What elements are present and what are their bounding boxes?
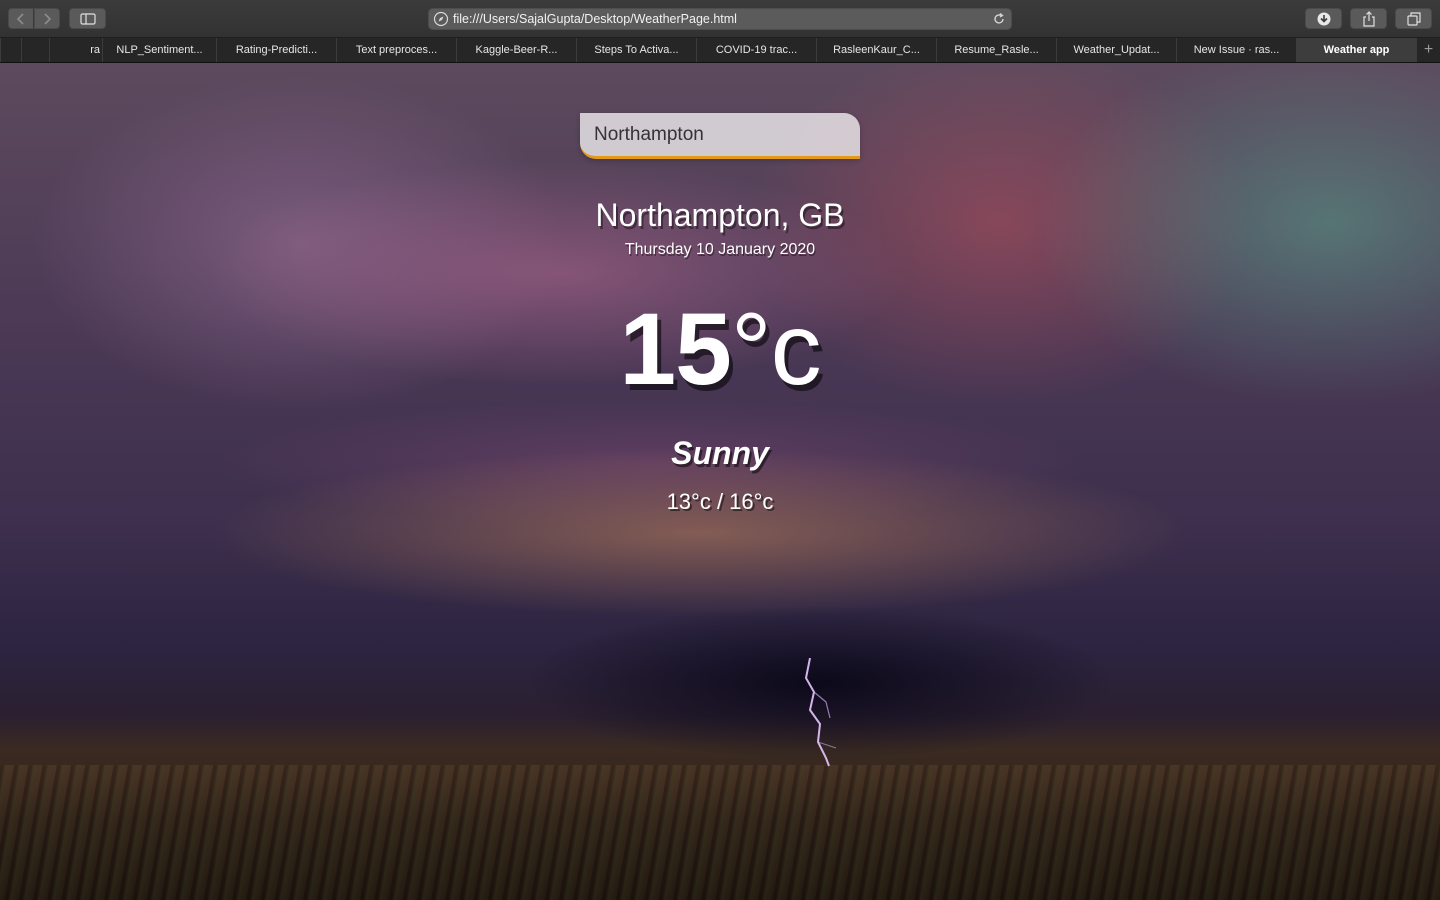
temperature-value: 15 xyxy=(619,292,731,406)
sidebar-toggle-button[interactable] xyxy=(69,8,106,29)
tab-3[interactable]: NLP_Sentiment... xyxy=(102,38,216,62)
tab-8[interactable]: COVID-19 trac... xyxy=(696,38,816,62)
nav-buttons xyxy=(8,8,60,29)
lightning-decoration xyxy=(804,658,837,767)
weather-condition: Sunny xyxy=(671,435,769,471)
tab-5[interactable]: Text preproces... xyxy=(336,38,456,62)
tab-1[interactable] xyxy=(21,38,49,62)
back-button[interactable] xyxy=(8,8,34,29)
chevron-left-icon xyxy=(16,12,24,25)
forward-button[interactable] xyxy=(34,8,60,29)
tab-11[interactable]: Weather_Updat... xyxy=(1056,38,1176,62)
download-icon xyxy=(1317,12,1330,25)
tab-weather-app[interactable]: Weather app xyxy=(1296,38,1416,62)
tab-overview-button[interactable] xyxy=(1395,8,1432,29)
browser-toolbar: file:///Users/SajalGupta/Desktop/Weather… xyxy=(0,0,1440,38)
tab-12[interactable]: New Issue · ras... xyxy=(1176,38,1296,62)
tab-bar: ra NLP_Sentiment... Rating-Predicti... T… xyxy=(0,38,1440,63)
background-field xyxy=(0,765,1440,900)
share-button[interactable] xyxy=(1350,8,1387,29)
weather-page: Northampton, GB Thursday 10 January 2020… xyxy=(0,63,1440,900)
tab-4[interactable]: Rating-Predicti... xyxy=(216,38,336,62)
downloads-button[interactable] xyxy=(1305,8,1342,29)
location-title: Northampton, GB xyxy=(595,197,845,233)
chevron-right-icon xyxy=(44,12,52,25)
url-text: file:///Users/SajalGupta/Desktop/Weather… xyxy=(453,12,737,26)
tab-7[interactable]: Steps To Activa... xyxy=(576,38,696,62)
date-text: Thursday 10 January 2020 xyxy=(624,241,816,258)
temperature: 15°c xyxy=(0,291,1440,408)
tabs-overview-icon xyxy=(1406,11,1421,26)
tab-2[interactable]: ra xyxy=(49,38,102,62)
sidebar-icon xyxy=(79,12,96,25)
new-tab-button[interactable]: + xyxy=(1416,38,1440,62)
compass-icon xyxy=(433,11,449,27)
reload-icon[interactable] xyxy=(991,11,1007,27)
hi-low-range: 13°c / 16°c xyxy=(666,489,774,514)
city-search-input[interactable] xyxy=(580,113,860,159)
tab-9[interactable]: RasleenKaur_C... xyxy=(816,38,936,62)
address-bar[interactable]: file:///Users/SajalGupta/Desktop/Weather… xyxy=(428,8,1012,30)
temperature-unit: °c xyxy=(730,292,822,406)
tab-6[interactable]: Kaggle-Beer-R... xyxy=(456,38,576,62)
tab-0[interactable] xyxy=(0,38,21,62)
tab-10[interactable]: Resume_Rasle... xyxy=(936,38,1056,62)
share-icon xyxy=(1362,10,1375,27)
